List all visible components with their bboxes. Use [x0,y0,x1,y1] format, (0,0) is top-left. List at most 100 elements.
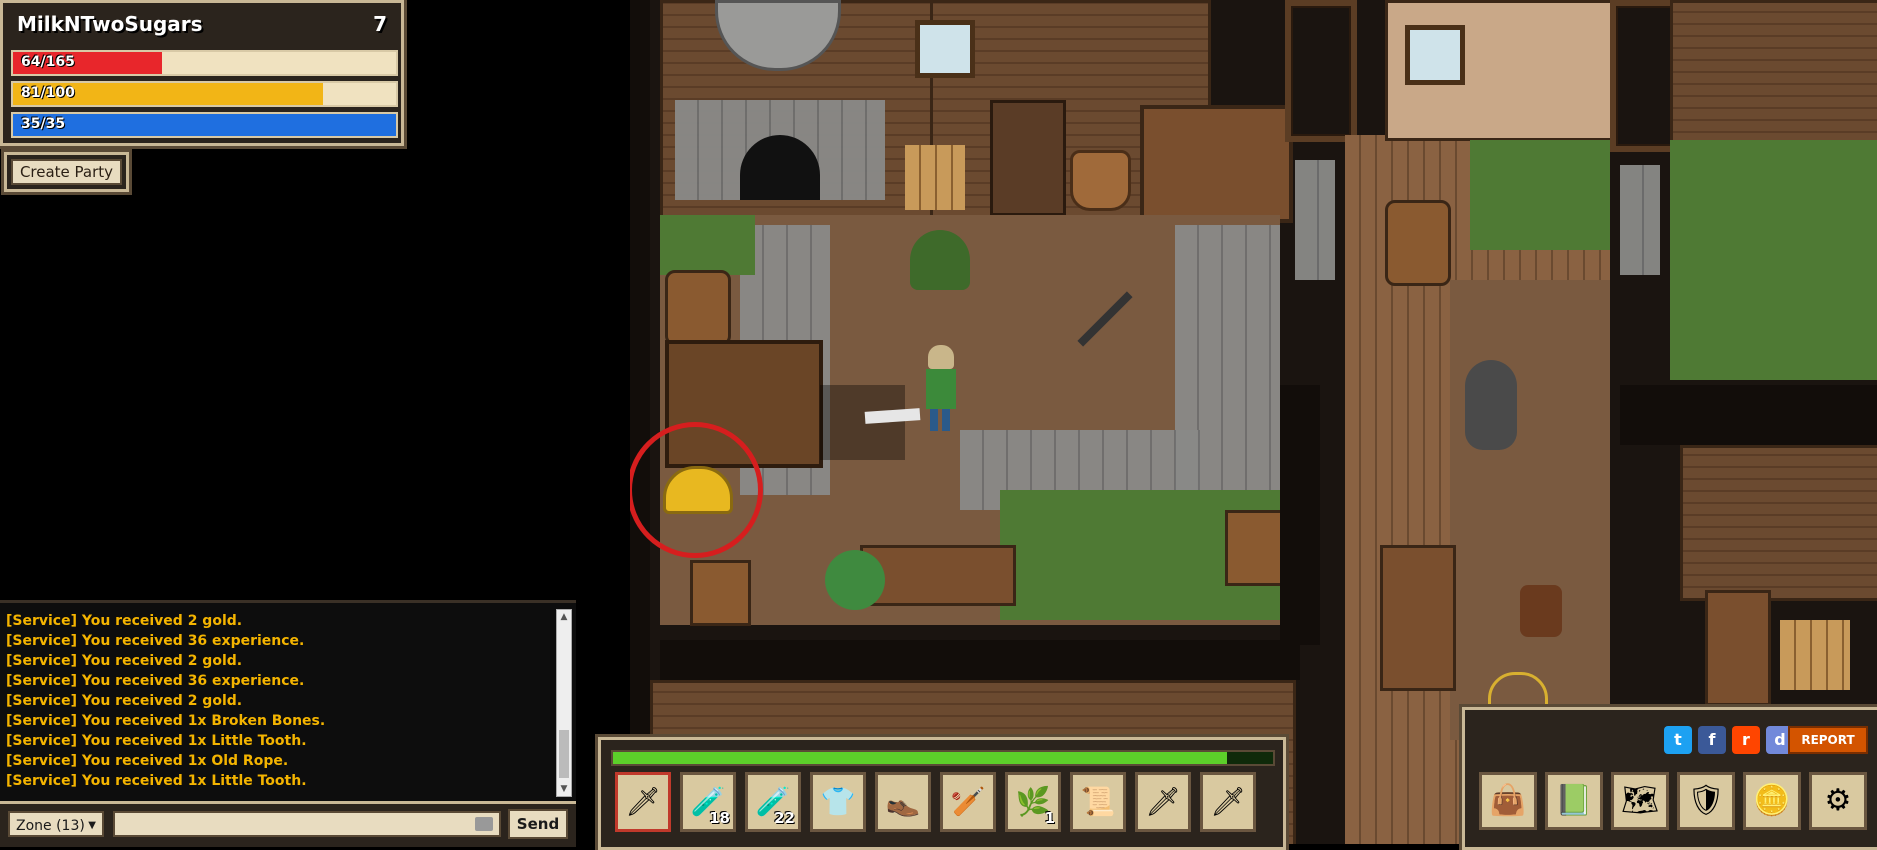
main-menu-panel: t f r d REPORT 👜 📗 🗺 🛡 🪙 ⚙ [1462,707,1877,850]
hotbar-slot[interactable]: 🧪 22 [745,772,801,832]
stamina-bar: 81/100 [11,81,398,107]
grass-patch [1670,140,1877,380]
window [915,20,975,78]
map-scroll-icon: 📜 [1080,785,1116,818]
bucket [1070,150,1131,211]
mana-bar: 35/35 [11,112,398,138]
chat-message: [Service] You received 36 experience. [6,633,305,649]
chat-channel-select[interactable]: Zone (13) ▼ [8,811,104,837]
chair [1225,510,1286,586]
chat-input-bar: Zone (13) ▼ Send [0,801,576,847]
sword-icon: 🗡 [625,785,661,818]
hotbar-slot[interactable]: 🧪 18 [680,772,736,832]
scroll-up-icon[interactable]: ▲ [557,610,571,624]
hotbar-slot[interactable]: 🗡 [1135,772,1191,832]
chat-scrollbar[interactable]: ▲ ▼ [556,609,572,797]
player-character[interactable] [922,345,958,435]
stone-pillar [1295,160,1335,280]
hotbar-slot[interactable]: 🌿 1 [1005,772,1061,832]
chat-message: [Service] You received 2 gold. [6,693,243,709]
world-map-icon[interactable]: 🗺 [1611,772,1669,830]
experience-bar [611,750,1275,766]
house-wall [1670,0,1877,146]
shadow [820,385,905,460]
chat-message: [Service] You received 1x Little Tooth. [6,733,307,749]
rat-enemy[interactable] [1465,360,1517,450]
door[interactable] [1705,590,1771,706]
experience-bar-fill [613,752,1227,764]
club-icon: 🏏 [950,785,986,818]
health-text: 64/165 [21,54,75,70]
barrel [1385,200,1451,286]
player-level: 7 [373,12,387,36]
wardrobe [1140,105,1293,223]
hotbar-slot[interactable]: 🗡 [1200,772,1256,832]
facebook-icon[interactable]: f [1698,726,1726,754]
wall [1280,385,1320,645]
wall [1620,385,1877,445]
hotbar-slot[interactable]: 🗡 [615,772,671,832]
firewood-stack [905,145,965,210]
chat-input[interactable] [113,811,501,837]
player-name: MilkNTwoSugars [17,12,203,36]
report-button[interactable]: REPORT [1788,726,1868,754]
gold-coins-icon[interactable]: 🪙 [1743,772,1801,830]
action-bar: 🗡 🧪 18 🧪 22 👕 👞 🏏 🌿 1 📜 🗡 🗡 [598,737,1286,850]
hotbar-slot[interactable]: 📜 [1070,772,1126,832]
pillar [1285,0,1357,142]
keyboard-icon[interactable] [475,817,493,831]
chat-message: [Service] You received 1x Broken Bones. [6,713,326,729]
window [1405,25,1465,85]
barrel [665,270,731,346]
twitter-icon[interactable]: t [1664,726,1692,754]
boots-icon: 👞 [885,785,921,818]
chair [690,560,751,626]
health-bar: 64/165 [11,50,398,76]
chat-message: [Service] You received 1x Old Rope. [6,753,289,769]
inventory-bag-icon[interactable]: 👜 [1479,772,1537,830]
mana-bar-fill [13,114,396,136]
hotbar-slot[interactable]: 🏏 [940,772,996,832]
wall [660,640,1300,680]
armor-shirt-icon: 👕 [820,785,856,818]
quest-book-icon[interactable]: 📗 [1545,772,1603,830]
stone-pillar [1620,165,1660,275]
chat-message: [Service] You received 2 gold. [6,613,243,629]
cabinet [990,100,1066,216]
party-panel: Create Party [4,152,129,192]
create-party-button[interactable]: Create Party [11,159,122,185]
reddit-icon[interactable]: r [1732,726,1760,754]
item-count: 1 [1044,809,1055,827]
bush [825,550,885,610]
scrollbar-thumb[interactable] [559,730,569,778]
firewood-stack [1780,620,1850,690]
stamina-text: 81/100 [21,85,75,101]
chat-message: [Service] You received 1x Little Tooth. [6,773,307,789]
grass-patch [660,215,755,275]
wall [630,0,650,844]
chat-message: [Service] You received 36 experience. [6,673,305,689]
chat-messages: [Service] You received 2 gold. [Service] … [0,611,325,791]
house-roof [1680,445,1877,601]
hotbar-slot[interactable]: 👞 [875,772,931,832]
chat-log[interactable]: [Service] You received 2 gold. [Service] … [0,600,576,801]
send-button[interactable]: Send [508,809,568,839]
hotbar-slot[interactable]: 👕 [810,772,866,832]
chevron-down-icon: ▼ [88,820,96,831]
item-count: 22 [774,809,795,827]
character-icon[interactable]: 🛡 [1677,772,1735,830]
settings-gear-icon[interactable]: ⚙ [1809,772,1867,830]
dirt-path [1450,280,1610,740]
bench [1380,545,1456,691]
player-status-panel: MilkNTwoSugars 7 64/165 81/100 35/35 [0,0,404,146]
npc-sack[interactable] [1520,585,1562,637]
sword-icon: 🗡 [1210,785,1246,818]
grass-patch [1470,140,1610,250]
chat-message: [Service] You received 2 gold. [6,653,243,669]
chat-channel-label: Zone (13) [16,818,85,834]
plant [910,230,970,290]
sword-icon: 🗡 [1145,785,1181,818]
item-count: 18 [709,809,730,827]
scroll-down-icon[interactable]: ▼ [557,782,571,796]
mana-text: 35/35 [21,116,66,132]
